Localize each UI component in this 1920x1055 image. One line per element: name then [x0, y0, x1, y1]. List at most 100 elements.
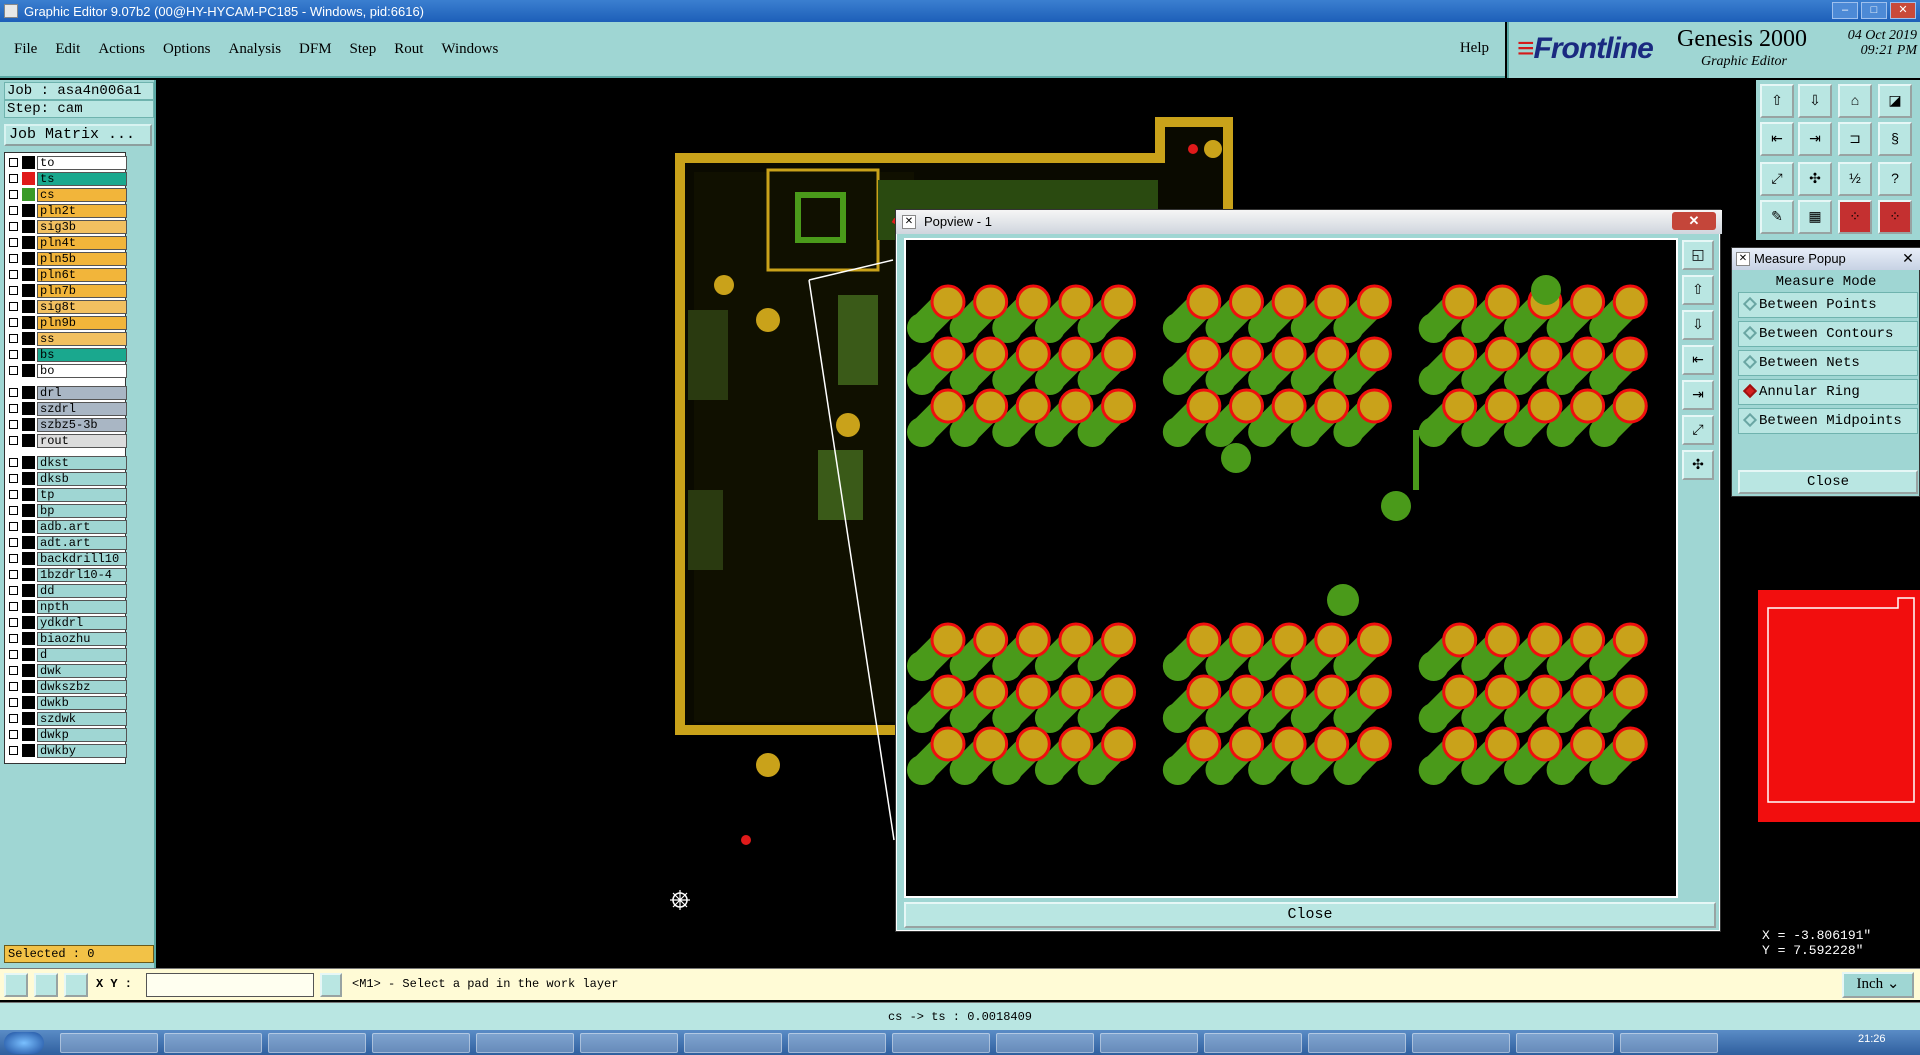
cursor-tool-icon[interactable]	[4, 973, 28, 997]
tool-icon[interactable]: ⇩	[1798, 84, 1832, 118]
layer-row[interactable]: bp	[5, 503, 127, 518]
fit-icon[interactable]: ◱	[1682, 240, 1714, 270]
tool-icon[interactable]: ◪	[1878, 84, 1912, 118]
layer-row[interactable]: cs	[5, 187, 127, 202]
annular-ring-option[interactable]: Annular Ring	[1738, 379, 1918, 405]
layer-checkbox[interactable]	[9, 286, 18, 295]
layer-row[interactable]: pln2t	[5, 203, 127, 218]
layer-checkbox[interactable]	[9, 254, 18, 263]
menu-analysis[interactable]: Analysis	[229, 41, 282, 58]
layer-row[interactable]: pln9b	[5, 315, 127, 330]
menu-dfm[interactable]: DFM	[299, 41, 332, 58]
unit-selector[interactable]: Inch ⌄	[1842, 972, 1914, 998]
overview-map[interactable]	[1758, 590, 1920, 822]
layer-row[interactable]: npth	[5, 599, 127, 614]
layer-row[interactable]: dwkb	[5, 695, 127, 710]
taskbar-item[interactable]	[788, 1033, 886, 1053]
layer-row[interactable]: sig8t	[5, 299, 127, 314]
tool-icon[interactable]: ⇥	[1798, 122, 1832, 156]
measure-icon[interactable]: ⁘	[1878, 200, 1912, 234]
layer-checkbox[interactable]	[9, 650, 18, 659]
layer-checkbox[interactable]	[9, 746, 18, 755]
layer-checkbox[interactable]	[9, 602, 18, 611]
taskbar-item[interactable]	[1308, 1033, 1406, 1053]
layer-row[interactable]: to	[5, 155, 127, 170]
layer-row[interactable]: tp	[5, 487, 127, 502]
layer-row[interactable]: szdwk	[5, 711, 127, 726]
layer-row[interactable]: dwk	[5, 663, 127, 678]
layer-row[interactable]: pln6t	[5, 267, 127, 282]
layer-checkbox[interactable]	[9, 420, 18, 429]
layer-checkbox[interactable]	[9, 618, 18, 627]
taskbar-item[interactable]	[268, 1033, 366, 1053]
taskbar-item[interactable]	[60, 1033, 158, 1053]
between-points-option[interactable]: Between Points	[1738, 292, 1918, 318]
taskbar-item[interactable]	[684, 1033, 782, 1053]
menu-help[interactable]: Help	[1460, 40, 1489, 57]
taskbar-item[interactable]	[1620, 1033, 1718, 1053]
layer-row[interactable]: pln7b	[5, 283, 127, 298]
snap-icon[interactable]: ⁘	[1838, 200, 1872, 234]
taskbar-item[interactable]	[476, 1033, 574, 1053]
between-contours-option[interactable]: Between Contours	[1738, 321, 1918, 347]
popview-close-button[interactable]: Close	[904, 902, 1716, 928]
taskbar-item[interactable]	[372, 1033, 470, 1053]
layer-checkbox[interactable]	[9, 666, 18, 675]
taskbar-item[interactable]	[1412, 1033, 1510, 1053]
taskbar-item[interactable]	[580, 1033, 678, 1053]
layer-row[interactable]: bo	[5, 363, 127, 378]
layer-checkbox[interactable]	[9, 270, 18, 279]
layer-checkbox[interactable]	[9, 388, 18, 397]
layer-checkbox[interactable]	[9, 714, 18, 723]
layer-row[interactable]: 1bzdrl10-4	[5, 567, 127, 582]
fit-icon[interactable]: ⤢	[1760, 162, 1794, 196]
start-button-icon[interactable]	[4, 1032, 44, 1054]
maximize-icon[interactable]: □	[1861, 2, 1887, 19]
menu-rout[interactable]: Rout	[394, 41, 423, 58]
layer-checkbox[interactable]	[9, 350, 18, 359]
layer-checkbox[interactable]	[9, 682, 18, 691]
between-nets-option[interactable]: Between Nets	[1738, 350, 1918, 376]
menu-options[interactable]: Options	[163, 41, 211, 58]
pan-up-icon[interactable]: ⇧	[1682, 275, 1714, 305]
layer-checkbox[interactable]	[9, 190, 18, 199]
taskbar-item[interactable]	[892, 1033, 990, 1053]
layer-row[interactable]: dwkby	[5, 743, 127, 758]
layer-checkbox[interactable]	[9, 522, 18, 531]
layer-checkbox[interactable]	[9, 302, 18, 311]
pan-right-icon[interactable]: ⇥	[1682, 380, 1714, 410]
between-midpoints-option[interactable]: Between Midpoints	[1738, 408, 1918, 434]
tool-icon[interactable]: ⇧	[1760, 84, 1794, 118]
layer-checkbox[interactable]	[9, 458, 18, 467]
measure-close-button[interactable]: Close	[1738, 470, 1918, 494]
layer-checkbox[interactable]	[9, 634, 18, 643]
layer-checkbox[interactable]	[9, 586, 18, 595]
layer-row[interactable]: biaozhu	[5, 631, 127, 646]
layer-row[interactable]: dkst	[5, 455, 127, 470]
layer-row[interactable]: ydkdrl	[5, 615, 127, 630]
layer-checkbox[interactable]	[9, 222, 18, 231]
layer-row[interactable]: pln4t	[5, 235, 127, 250]
layer-checkbox[interactable]	[9, 698, 18, 707]
layer-checkbox[interactable]	[9, 570, 18, 579]
zoom-icon[interactable]: ✣	[1798, 162, 1832, 196]
layer-row[interactable]: sig3b	[5, 219, 127, 234]
layer-row[interactable]: ts	[5, 171, 127, 186]
grid-tool-icon[interactable]	[64, 973, 88, 997]
layer-checkbox[interactable]	[9, 206, 18, 215]
menu-actions[interactable]: Actions	[98, 41, 145, 58]
layer-checkbox[interactable]	[9, 506, 18, 515]
minimize-icon[interactable]: –	[1832, 2, 1858, 19]
help-icon[interactable]: ?	[1878, 162, 1912, 196]
layer-checkbox[interactable]	[9, 238, 18, 247]
close-icon[interactable]: ✕	[1898, 250, 1918, 268]
layer-checkbox[interactable]	[9, 334, 18, 343]
taskbar-item[interactable]	[996, 1033, 1094, 1053]
layer-row[interactable]: adb.art	[5, 519, 127, 534]
layer-row[interactable]: dwkszbz	[5, 679, 127, 694]
layer-checkbox[interactable]	[9, 490, 18, 499]
layer-checkbox[interactable]	[9, 474, 18, 483]
scale-icon[interactable]: ½	[1838, 162, 1872, 196]
info-icon[interactable]	[320, 973, 342, 997]
layer-row[interactable]: backdrill10	[5, 551, 127, 566]
